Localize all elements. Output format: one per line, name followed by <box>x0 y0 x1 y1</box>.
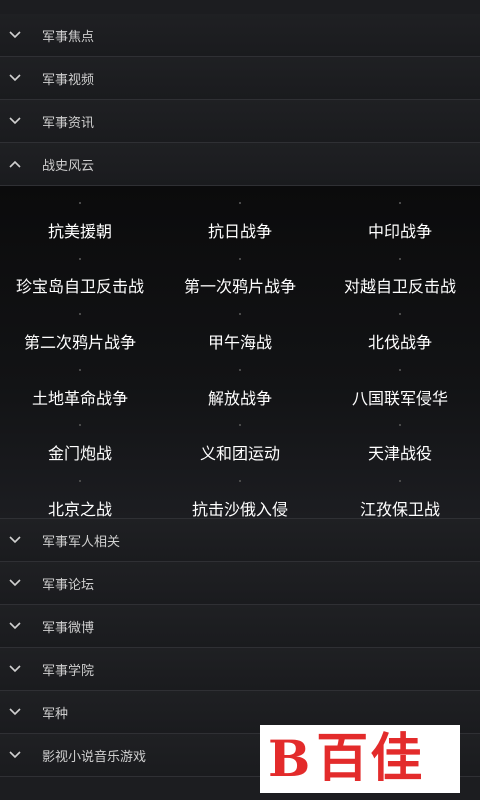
section-header-0[interactable]: 军事焦点 <box>0 14 480 57</box>
grid-item[interactable]: 第二次鸦片战争 <box>0 313 160 369</box>
chevron-down-icon <box>8 748 22 762</box>
section-header-6[interactable]: 军事微博 <box>0 605 480 648</box>
watermark-logo: B 百佳 <box>260 725 460 793</box>
grid-item[interactable]: 甲午海战 <box>160 313 320 369</box>
grid-item[interactable]: 土地革命战争 <box>0 369 160 425</box>
section-label: 军事学院 <box>42 663 95 679</box>
chevron-down-icon <box>8 576 22 590</box>
grid-item[interactable]: 中印战争 <box>320 202 480 258</box>
grid-item[interactable]: 解放战争 <box>160 369 320 425</box>
grid-item[interactable]: 抗日战争 <box>160 202 320 258</box>
section-label: 影视小说音乐游戏 <box>42 749 147 765</box>
chevron-down-icon <box>8 705 22 719</box>
grid-item[interactable]: 第一次鸦片战争 <box>160 258 320 314</box>
grid-item[interactable]: 金门炮战 <box>0 424 160 480</box>
chevron-down-icon <box>8 114 22 128</box>
watermark-text: 百佳 <box>316 729 425 789</box>
watermark-mark: B <box>268 729 311 788</box>
grid-item[interactable]: 抗美援朝 <box>0 202 160 258</box>
section-label: 军种 <box>42 706 69 722</box>
chevron-down-icon <box>8 71 22 85</box>
section-header-3[interactable]: 战史风云 <box>0 143 480 186</box>
section-label: 军事焦点 <box>42 29 95 45</box>
chevron-down-icon <box>8 619 22 633</box>
grid-item[interactable]: 天津战役 <box>320 424 480 480</box>
expanded-section-content: 抗美援朝 抗日战争 中印战争 珍宝岛自卫反击战 第一次鸦片战争 对越自卫反击战 … <box>0 186 480 519</box>
item-grid: 抗美援朝 抗日战争 中印战争 珍宝岛自卫反击战 第一次鸦片战争 对越自卫反击战 … <box>0 202 480 536</box>
section-header-5[interactable]: 军事论坛 <box>0 562 480 605</box>
section-label: 军事视频 <box>42 72 95 88</box>
section-header-1[interactable]: 军事视频 <box>0 57 480 100</box>
section-header-7[interactable]: 军事学院 <box>0 648 480 691</box>
section-label: 战史风云 <box>42 158 95 174</box>
section-label: 军事资讯 <box>42 115 95 131</box>
grid-item[interactable]: 对越自卫反击战 <box>320 258 480 314</box>
chevron-down-icon <box>8 28 22 42</box>
section-header-2[interactable]: 军事资讯 <box>0 100 480 143</box>
section-label: 军事论坛 <box>42 577 95 593</box>
category-accordion: 军事焦点 军事视频 军事资讯 战史风云 抗美援朝 抗日战争 中印战争 珍宝岛自卫… <box>0 14 480 777</box>
grid-item[interactable]: 江孜保卫战 <box>320 480 480 536</box>
grid-item[interactable]: 抗击沙俄入侵 <box>160 480 320 536</box>
chevron-up-icon <box>8 157 22 171</box>
section-label: 军事微博 <box>42 620 95 636</box>
grid-item[interactable]: 珍宝岛自卫反击战 <box>0 258 160 314</box>
grid-item[interactable]: 八国联军侵华 <box>320 369 480 425</box>
grid-item[interactable]: 北伐战争 <box>320 313 480 369</box>
chevron-down-icon <box>8 662 22 676</box>
grid-item[interactable]: 北京之战 <box>0 480 160 536</box>
grid-item[interactable]: 义和团运动 <box>160 424 320 480</box>
